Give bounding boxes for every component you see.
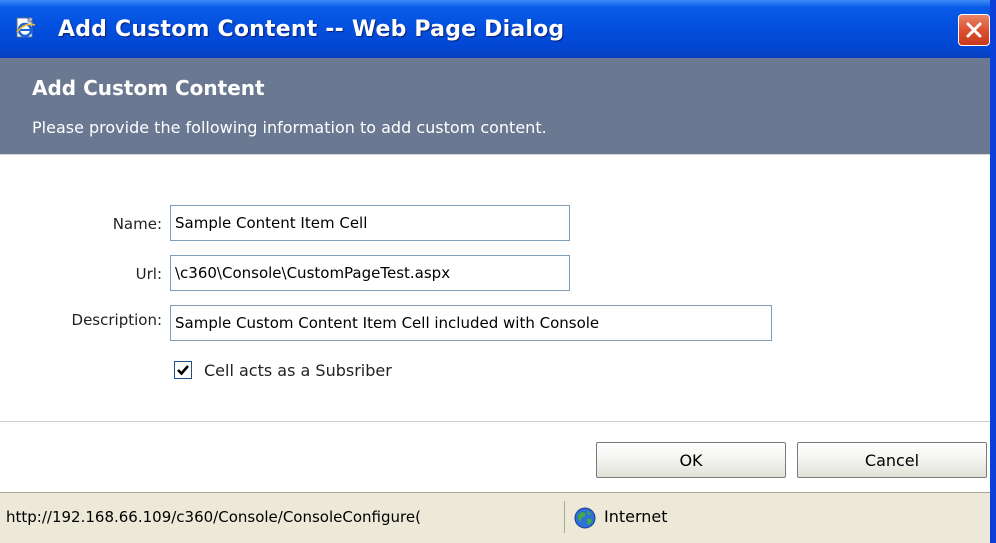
dialog-window: Add Custom Content -- Web Page Dialog Ad… bbox=[0, 0, 996, 543]
security-zone: Internet bbox=[604, 507, 668, 526]
close-icon bbox=[966, 22, 982, 38]
window-title: Add Custom Content -- Web Page Dialog bbox=[58, 17, 565, 42]
status-url: http://192.168.66.109/c360/Console/Conso… bbox=[6, 501, 565, 533]
cancel-button[interactable]: Cancel bbox=[797, 442, 987, 478]
subscriber-checkbox-wrap bbox=[174, 361, 192, 379]
title-bar[interactable]: Add Custom Content -- Web Page Dialog bbox=[0, 0, 990, 58]
url-label: Url: bbox=[135, 265, 162, 283]
subscriber-checkbox[interactable] bbox=[174, 361, 192, 379]
description-input[interactable] bbox=[170, 305, 772, 341]
url-input[interactable] bbox=[170, 255, 570, 291]
checkmark-icon bbox=[177, 365, 189, 376]
button-area: OK Cancel bbox=[0, 422, 990, 492]
page-title: Add Custom Content bbox=[32, 76, 265, 100]
name-input[interactable] bbox=[170, 205, 570, 241]
name-label: Name: bbox=[112, 215, 162, 233]
description-label: Description: bbox=[71, 311, 162, 329]
ie-page-icon bbox=[14, 16, 38, 40]
status-bar: http://192.168.66.109/c360/Console/Conso… bbox=[0, 492, 990, 543]
header-band: Add Custom Content Please provide the fo… bbox=[0, 58, 990, 154]
subscriber-label[interactable]: Cell acts as a Subsriber bbox=[204, 361, 392, 380]
ok-button[interactable]: OK bbox=[596, 442, 786, 478]
form-area: Name: Url: Description: Cell acts as a S… bbox=[0, 154, 990, 422]
globe-icon bbox=[574, 507, 596, 529]
page-subtitle: Please provide the following information… bbox=[32, 118, 547, 137]
close-button[interactable] bbox=[958, 14, 990, 46]
